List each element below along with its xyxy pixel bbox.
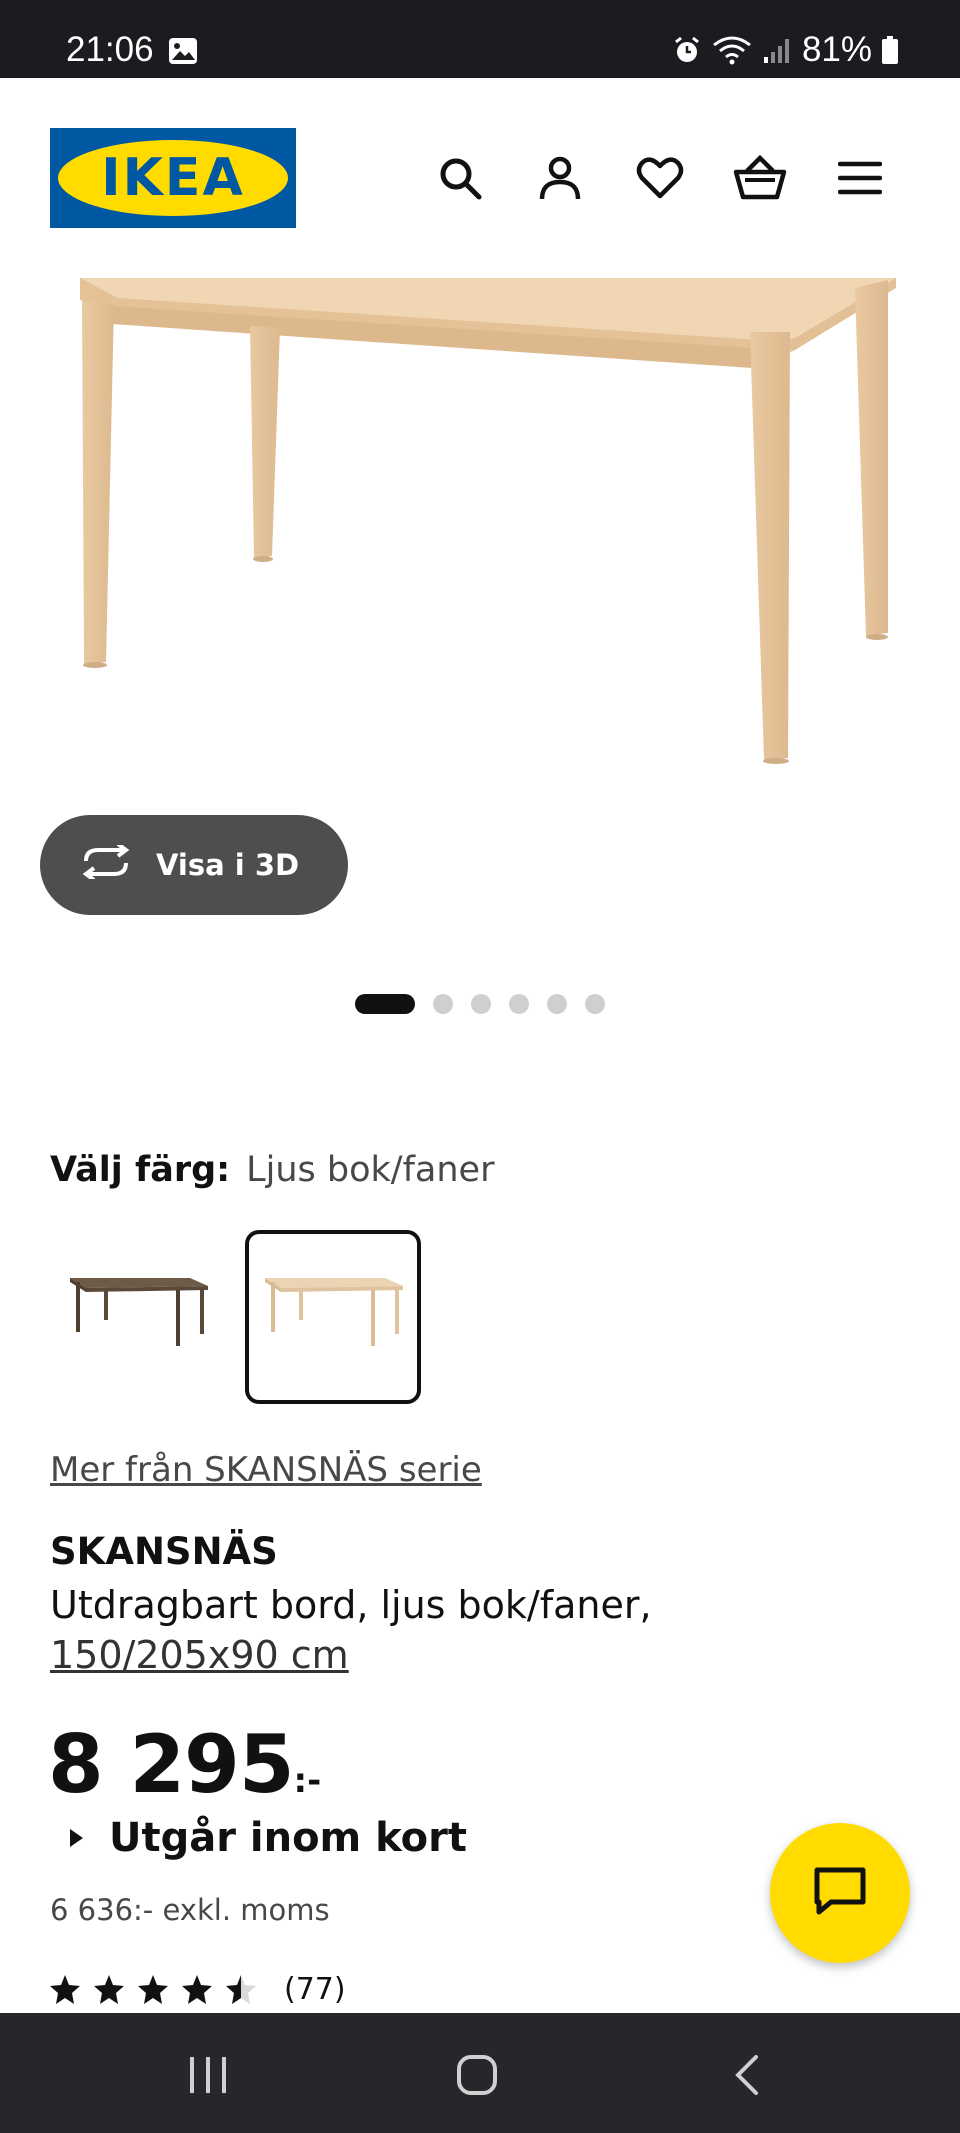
carousel-dot[interactable]	[547, 994, 567, 1014]
price-amount: 8 295	[48, 1718, 295, 1811]
product-dimensions-link[interactable]: 150/205x90 cm	[50, 1630, 890, 1680]
alarm-icon	[672, 35, 702, 65]
chat-button[interactable]	[770, 1823, 910, 1963]
signal-icon	[762, 35, 792, 65]
ikea-logo[interactable]: IKEA	[50, 128, 296, 228]
color-label-key: Välj färg:	[50, 1150, 231, 1190]
carousel-dot[interactable]	[585, 994, 605, 1014]
wishlist-heart-icon[interactable]	[632, 150, 688, 206]
product-price: 8 295:-	[48, 1718, 321, 1811]
cart-basket-icon[interactable]	[732, 150, 788, 206]
battery-icon	[882, 36, 898, 64]
availability-text: Utgår inom kort	[109, 1815, 468, 1861]
view-3d-button[interactable]: Visa i 3D	[40, 815, 348, 915]
series-link[interactable]: Mer från SKANSNÄS serie	[50, 1450, 482, 1490]
menu-icon[interactable]	[832, 150, 888, 206]
color-selector-label: Välj färg: Ljus bok/faner	[50, 1150, 494, 1190]
back-icon[interactable]	[732, 2053, 762, 2101]
view-3d-label: Visa i 3D	[156, 848, 300, 882]
price-suffix: :-	[293, 1761, 322, 1801]
rating-count: (77)	[284, 1972, 346, 2007]
status-time: 21:06	[66, 30, 154, 69]
search-icon[interactable]	[432, 150, 488, 206]
system-navigation-bar	[0, 2013, 960, 2133]
color-swatch-light-beech[interactable]	[245, 1230, 421, 1404]
product-rating[interactable]: (77)	[48, 1972, 346, 2007]
gallery-notification-icon	[168, 37, 198, 65]
product-name: SKANSNÄS	[50, 1530, 278, 1573]
carousel-dot[interactable]	[509, 994, 529, 1014]
rating-stars	[50, 1974, 256, 2004]
wifi-icon	[712, 35, 752, 65]
carousel-dot[interactable]	[471, 994, 491, 1014]
image-carousel-indicator[interactable]	[0, 994, 960, 1014]
chat-bubble-icon	[813, 1866, 867, 1920]
product-image[interactable]	[0, 278, 960, 798]
price-excl-vat: 6 636:- exkl. moms	[50, 1893, 330, 1927]
account-icon[interactable]	[532, 150, 588, 206]
carousel-dot[interactable]	[433, 994, 453, 1014]
rotate-3d-icon	[80, 841, 132, 886]
home-icon[interactable]	[455, 2053, 499, 2101]
caret-right-icon	[70, 1829, 83, 1847]
status-bar: 21:06 81%	[0, 0, 960, 78]
battery-percent: 81%	[801, 30, 872, 69]
product-description-text: Utdragbart bord, ljus bok/faner,	[50, 1583, 652, 1627]
carousel-dot-active[interactable]	[355, 994, 415, 1014]
color-selected-value: Ljus bok/faner	[246, 1150, 495, 1190]
logo-text: IKEA	[101, 148, 245, 208]
availability-toggle[interactable]: Utgår inom kort	[70, 1815, 467, 1861]
product-description: Utdragbart bord, ljus bok/faner, 150/205…	[50, 1580, 890, 1680]
recent-apps-icon[interactable]	[186, 2053, 230, 2101]
color-swatch-dark-brown[interactable]	[50, 1230, 226, 1404]
